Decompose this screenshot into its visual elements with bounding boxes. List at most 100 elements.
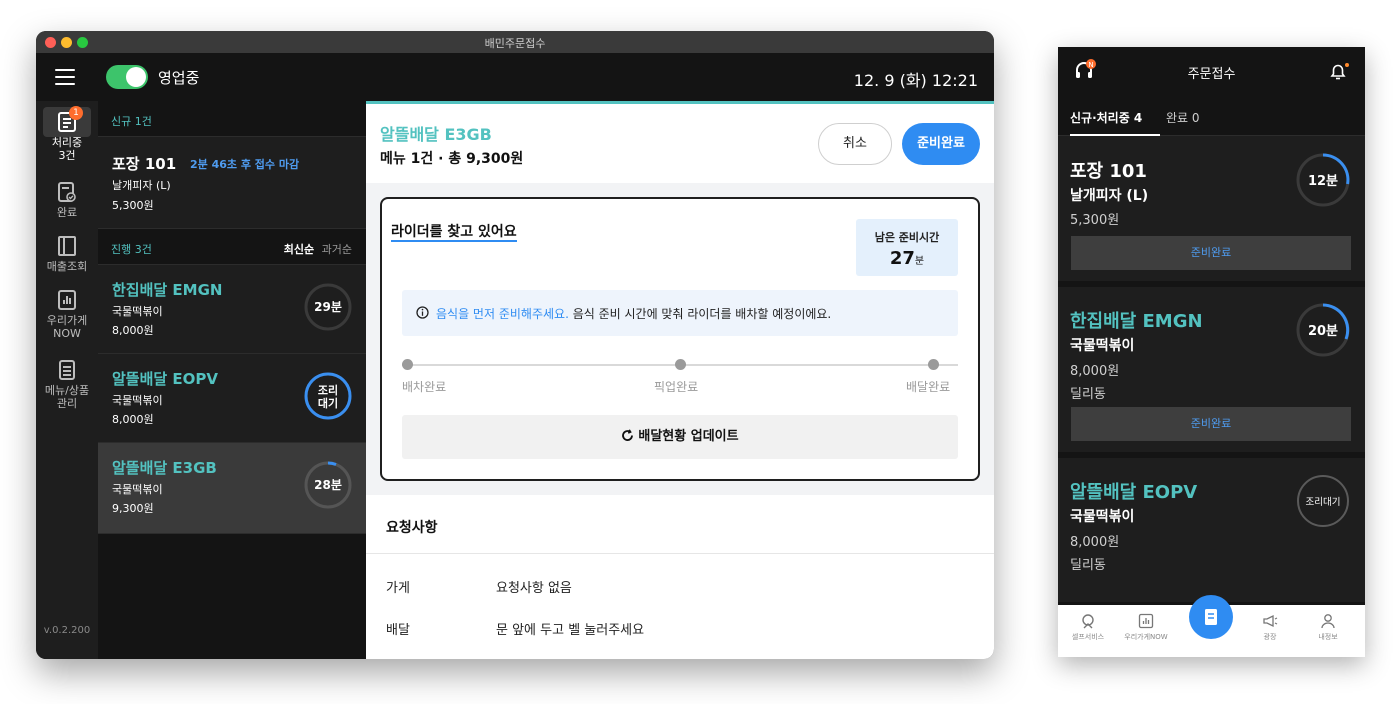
sort-latest[interactable]: 최신순 <box>284 243 314 256</box>
order-card-title: 한집배달 EMGN <box>112 281 223 299</box>
cancel-button[interactable]: 취소 <box>818 123 892 165</box>
sales-book-icon <box>58 236 76 256</box>
order-card-e3gb[interactable]: 알뜰배달 E3GB 국물떡볶이 9,300원 28분 <box>98 443 366 534</box>
prep-info-highlight: 음식을 먼저 준비해주세요. <box>436 307 569 321</box>
order-card-menu: 국물떡볶이 <box>112 483 163 496</box>
detail-accent-bar <box>366 101 994 104</box>
mobile-order-title: 한집배달 EMGN <box>1070 311 1203 332</box>
nav-item-menu-manage[interactable]: 메뉴/상품 관리 <box>36 359 98 410</box>
order-card-eopv[interactable]: 알뜰배달 EOPV 국물떡볶이 8,000원 조리 대기 <box>98 354 366 443</box>
mobile-order-menu: 국물떡볶이 <box>1070 509 1135 525</box>
order-card-emgn[interactable]: 한집배달 EMGN 국물떡볶이 8,000원 29분 <box>98 265 366 354</box>
app-version: v.0.2.200 <box>43 625 91 636</box>
order-card-title: 알뜰배달 EOPV <box>112 370 219 388</box>
receipt-icon <box>1205 609 1217 625</box>
mobile-order-ring-label: 12분 <box>1308 174 1338 189</box>
tab-completed[interactable]: 완료 0 <box>1166 109 1200 126</box>
request-value-delivery: 문 앞에 두고 벨 눌러주세요 <box>496 623 645 638</box>
mobile-order-card[interactable]: 포장 101 날개피자 (L) 5,300원 12분 준비완료 <box>1058 137 1365 287</box>
mobile-header: N 주문접수 <box>1058 47 1365 94</box>
order-card-menu: 국물떡볶이 <box>112 305 163 318</box>
mobile-order-menu: 날개피자 (L) <box>1070 188 1149 204</box>
mobile-order-ring: 조리대기 <box>1297 475 1349 527</box>
order-card-price: 9,300원 <box>112 502 154 515</box>
order-card-price: 8,000원 <box>112 413 154 426</box>
step-label-picked-up: 픽업완료 <box>654 380 699 394</box>
info-icon <box>416 306 429 319</box>
request-key-store: 가게 <box>386 581 410 596</box>
mobile-order-title: 포장 101 <box>1070 161 1147 182</box>
nav-item-store-now[interactable]: 우리가게 NOW <box>36 289 98 340</box>
nav-item-completed[interactable]: 완료 <box>36 181 98 219</box>
mobile-order-card[interactable]: 한집배달 EMGN 국물떡볶이 8,000원 딜리동 20분 준비완료 <box>1058 287 1365 458</box>
detail-order-summary: 메뉴 1건 · 총 9,300원 <box>380 151 524 167</box>
bottom-nav-label: 광장 <box>1263 633 1277 641</box>
detail-order-title: 알뜰배달 E3GB <box>380 125 492 144</box>
bottom-nav-orders-fab[interactable] <box>1189 595 1233 639</box>
menu-document-icon <box>59 360 75 380</box>
mobile-order-price: 5,300원 <box>1070 213 1120 228</box>
order-card-ring-label-top: 조리 <box>318 383 338 397</box>
mobile-order-card[interactable]: 알뜰배달 EOPV 국물떡볶이 8,000원 딜리동 조리대기 <box>1058 458 1365 608</box>
requests-divider <box>366 553 994 554</box>
order-card-price: 8,000원 <box>112 324 154 337</box>
step-dot-picked-up <box>675 359 686 370</box>
order-card-ring-label: 28분 <box>314 478 342 492</box>
nav-item-sales[interactable]: 매출조회 <box>36 235 98 273</box>
ready-complete-button[interactable]: 준비완료 <box>902 123 980 165</box>
new-orders-count: 신규 1건 <box>111 115 152 128</box>
prep-info-rest: 음식 준비 시간에 맞춰 라이더를 배차할 예정이에요. <box>568 307 832 321</box>
mobile-ready-button[interactable]: 준비완료 <box>1071 236 1351 270</box>
bottom-nav-store-now[interactable]: 우리가게NOW <box>1116 613 1176 642</box>
new-order-card[interactable]: 포장 101 2분 46초 후 접수 마감 날개피자 (L) 5,300원 <box>98 137 366 229</box>
hamburger-menu-icon[interactable] <box>55 69 75 85</box>
prep-info-banner: 음식을 먼저 준비해주세요. 음식 준비 시간에 맞춰 라이더를 배차할 예정이… <box>402 290 958 336</box>
tab-new-processing[interactable]: 신규·처리중 4 <box>1070 109 1142 126</box>
order-card-ring: 29분 <box>304 283 352 331</box>
step-label-delivered: 배달완료 <box>906 380 951 394</box>
mobile-order-district: 딜리동 <box>1070 387 1106 402</box>
bottom-nav-self-service[interactable]: 셀프서비스 <box>1058 613 1118 642</box>
remaining-prep-label: 남은 준비시간 <box>874 231 940 244</box>
step-dot-delivered <box>928 359 939 370</box>
request-key-delivery: 배달 <box>386 623 410 638</box>
mobile-ready-button[interactable]: 준비완료 <box>1071 407 1351 441</box>
megaphone-icon <box>1263 614 1278 628</box>
nav-label-processing: 처리중 3건 <box>51 136 83 162</box>
in-progress-header: 진행 3건 최신순 과거순 <box>98 229 366 265</box>
mobile-order-ring-label: 조리대기 <box>1306 497 1341 508</box>
new-order-price: 5,300원 <box>112 199 154 212</box>
update-delivery-status-label: 배달현황 업데이트 <box>638 429 739 444</box>
mobile-order-price: 8,000원 <box>1070 364 1120 379</box>
order-card-ring: 조리 대기 <box>304 372 352 420</box>
remaining-prep-time: 남은 준비시간 27분 <box>856 219 958 276</box>
rider-status-card: 라이더를 찾고 있어요 남은 준비시간 27분 음식을 먼저 준비해주세요. 음… <box>380 197 980 481</box>
mobile-order-district: 딜리동 <box>1070 558 1106 573</box>
store-open-toggle[interactable] <box>106 65 148 89</box>
app-bar: 영업중 12. 9 (화) 12:21 <box>36 53 994 101</box>
mobile-order-ring-label: 20분 <box>1308 324 1338 339</box>
nav-label-menu-manage: 메뉴/상품 관리 <box>44 384 90 410</box>
new-orders-header: 신규 1건 <box>98 101 366 137</box>
new-order-menu: 날개피자 (L) <box>112 179 171 192</box>
bar-chart-icon <box>1138 613 1154 629</box>
bottom-nav-my-info[interactable]: 내정보 <box>1298 613 1358 642</box>
datetime-display: 12. 9 (화) 12:21 <box>853 71 978 90</box>
refresh-icon <box>622 429 634 441</box>
sort-options: 최신순 과거순 <box>284 241 352 257</box>
nav-badge: 1 <box>69 106 83 120</box>
nav-label-sales: 매출조회 <box>46 260 88 273</box>
mobile-bottom-nav: 셀프서비스 우리가게NOW 광장 내정보 <box>1058 595 1365 657</box>
side-navigation: 1 처리중 3건 완료 매출조회 우리가게 NOW 메뉴/상품 관리 v.0.2… <box>36 101 98 659</box>
notification-bell-icon[interactable] <box>1328 62 1350 82</box>
order-card-menu: 국물떡볶이 <box>112 394 163 407</box>
nav-label-completed: 완료 <box>56 206 78 219</box>
sort-oldest[interactable]: 과거순 <box>322 243 352 256</box>
store-status-label: 영업중 <box>158 69 200 87</box>
nav-item-processing[interactable]: 1 처리중 3건 <box>36 106 98 162</box>
order-card-ring-label-bottom: 대기 <box>318 396 338 410</box>
title-bar: 배민주문접수 <box>36 31 994 53</box>
remaining-prep-value: 27분 <box>856 248 958 269</box>
bottom-nav-square[interactable]: 광장 <box>1240 613 1300 642</box>
update-delivery-status-button[interactable]: 배달현황 업데이트 <box>402 415 958 459</box>
